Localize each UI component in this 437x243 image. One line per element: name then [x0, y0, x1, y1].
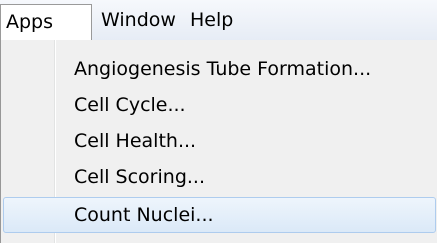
menu-window[interactable]: Window [101, 3, 176, 38]
menu-item-label: Cell Scoring... [74, 166, 205, 188]
apps-dropdown-menu: Angiogenesis Tube Formation... Cell Cycl… [0, 40, 437, 243]
menu-item-label: Count Nuclei... [74, 204, 214, 226]
menu-bar: Apps Window Help [0, 0, 437, 41]
menu-item-cell-scoring[interactable]: Cell Scoring... [3, 159, 436, 195]
menu-item-label: Cell Cycle... [74, 94, 186, 116]
menu-item-cell-health[interactable]: Cell Health... [3, 123, 436, 159]
menu-item-label: Cell Health... [74, 130, 197, 152]
menu-item-angiogenesis-tube-formation[interactable]: Angiogenesis Tube Formation... [3, 51, 436, 87]
menu-help[interactable]: Help [190, 3, 233, 38]
menu-item-count-nuclei[interactable]: Count Nuclei... [3, 197, 436, 233]
menu-item-label: Angiogenesis Tube Formation... [74, 58, 372, 80]
menu-item-cell-cycle[interactable]: Cell Cycle... [3, 87, 436, 123]
menu-apps[interactable]: Apps [0, 4, 92, 41]
